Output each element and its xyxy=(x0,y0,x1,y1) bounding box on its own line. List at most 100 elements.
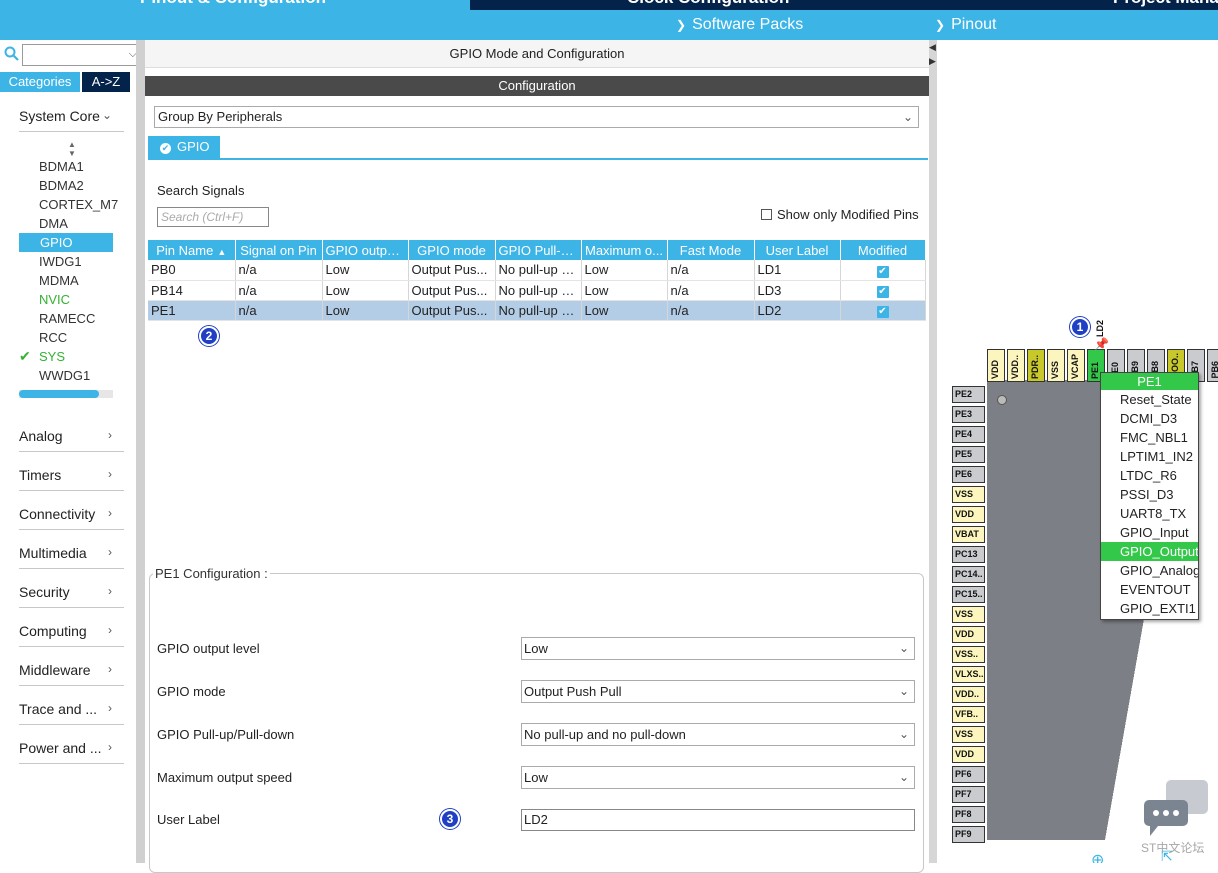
menu-item-lptim1-in2[interactable]: LPTIM1_IN2 xyxy=(1101,447,1198,466)
column-header-fast-mode[interactable]: Fast Mode xyxy=(667,240,755,260)
max-speed-select[interactable]: Low ⌄ xyxy=(521,766,915,789)
section-system-core[interactable]: System Core ⌄ xyxy=(19,108,124,132)
sidebar-item-cortex-m7[interactable]: CORTEX_M7 xyxy=(19,195,119,214)
pin-vdd[interactable]: VDD xyxy=(952,746,985,763)
software-packs-menu[interactable]: ❯ Software Packs xyxy=(676,16,803,34)
column-header-pin-name[interactable]: Pin Name ▲ xyxy=(148,240,236,260)
section-middleware[interactable]: Middleware › xyxy=(19,662,124,686)
pin-vcap[interactable]: VCAP xyxy=(1067,349,1085,382)
tab-project-manager[interactable]: Project Manager xyxy=(948,0,1218,10)
sidebar-item-sys[interactable]: ✔ SYS xyxy=(19,347,119,366)
scroll-up-icon[interactable]: ▲ ▼ xyxy=(68,140,76,158)
scrollbar-thumb[interactable] xyxy=(19,390,99,398)
pinout-menu[interactable]: ❯ Pinout xyxy=(935,16,996,34)
column-header-output[interactable]: GPIO output... xyxy=(322,240,409,260)
tab-a-to-z[interactable]: A->Z xyxy=(82,72,130,92)
pin-pe3[interactable]: PE3 xyxy=(952,406,985,423)
pin-vss[interactable]: VSS xyxy=(952,486,985,503)
pin-vss[interactable]: VSS xyxy=(952,606,985,623)
sidebar-item-ramecc[interactable]: RAMECC xyxy=(19,309,119,328)
search-icon[interactable] xyxy=(4,46,20,62)
show-modified-checkbox[interactable]: Show only Modified Pins xyxy=(761,207,919,222)
sidebar-item-nvic[interactable]: NVIC xyxy=(19,290,119,309)
checkbox-checked-icon[interactable]: ✔ xyxy=(876,306,889,318)
section-trace[interactable]: Trace and ... › xyxy=(19,701,124,725)
checkbox-checked-icon[interactable]: ✔ xyxy=(876,286,889,298)
menu-item-dcmi-d3[interactable]: DCMI_D3 xyxy=(1101,409,1198,428)
pull-select[interactable]: No pull-up and no pull-down ⌄ xyxy=(521,723,915,746)
zoom-in-icon[interactable]: ⊕ xyxy=(1091,850,1104,863)
menu-item-gpio-output[interactable]: GPIO_Output xyxy=(1101,542,1198,561)
menu-item-gpio-input[interactable]: GPIO_Input xyxy=(1101,523,1198,542)
gpio-mode-select[interactable]: Output Push Pull ⌄ xyxy=(521,680,915,703)
section-multimedia[interactable]: Multimedia › xyxy=(19,545,124,569)
pin-vss[interactable]: VSS.. xyxy=(952,646,985,663)
column-header-max-speed[interactable]: Maximum o... xyxy=(581,240,668,260)
pin-pe6[interactable]: PE6 xyxy=(952,466,985,483)
collapse-left-icon[interactable]: ◀ xyxy=(929,42,936,53)
user-label-input[interactable]: LD2 xyxy=(521,809,915,831)
pin-vss[interactable]: VSS xyxy=(952,726,985,743)
pin-pe2[interactable]: PE2 xyxy=(952,386,985,403)
section-security[interactable]: Security › xyxy=(19,584,124,608)
category-search-input[interactable]: ⌵ xyxy=(22,44,140,66)
menu-item-fmc-nbl1[interactable]: FMC_NBL1 xyxy=(1101,428,1198,447)
output-level-select[interactable]: Low ⌄ xyxy=(521,637,915,660)
sidebar-item-iwdg1[interactable]: IWDG1 xyxy=(19,252,119,271)
menu-item-reset-state[interactable]: Reset_State xyxy=(1101,390,1198,409)
pin-vlxs[interactable]: VLXS.. xyxy=(952,666,985,683)
pin-pdr[interactable]: PDR.. xyxy=(1027,349,1045,382)
section-analog[interactable]: Analog › xyxy=(19,428,124,452)
pin-vbat[interactable]: VBAT xyxy=(952,526,985,543)
pin-pb6[interactable]: PB6 xyxy=(1207,349,1218,382)
horizontal-scrollbar[interactable] xyxy=(19,390,113,398)
sidebar-item-mdma[interactable]: MDMA xyxy=(19,271,119,290)
menu-item-eventout[interactable]: EVENTOUT xyxy=(1101,580,1198,599)
sort-icon[interactable]: ▲ xyxy=(217,247,226,257)
pin-pf7[interactable]: PF7 xyxy=(952,786,985,803)
pin-vdd[interactable]: VDD xyxy=(952,506,985,523)
pin-pe5[interactable]: PE5 xyxy=(952,446,985,463)
checkbox-checked-icon[interactable]: ✔ xyxy=(876,265,889,278)
section-power[interactable]: Power and ... › xyxy=(19,740,124,764)
group-by-select[interactable]: Group By Peripherals ⌄ xyxy=(154,106,919,128)
column-header-signal[interactable]: Signal on Pin xyxy=(235,240,323,260)
sidebar-item-bdma2[interactable]: BDMA2 xyxy=(19,176,119,195)
checkbox-icon[interactable] xyxy=(761,209,772,220)
section-connectivity[interactable]: Connectivity › xyxy=(19,506,124,530)
pin-vdd[interactable]: VDD.. xyxy=(1007,349,1025,382)
table-row[interactable]: PB14 n/a Low Output Pus... No pull-up a.… xyxy=(148,280,926,301)
tab-categories[interactable]: Categories xyxy=(0,72,80,92)
menu-item-uart8-tx[interactable]: UART8_TX xyxy=(1101,504,1198,523)
left-splitter[interactable] xyxy=(136,40,145,863)
sidebar-item-bdma1[interactable]: BDMA1 xyxy=(19,157,119,176)
search-signals-input[interactable]: Search (Ctrl+F) xyxy=(157,207,269,227)
pin-vss[interactable]: VSS xyxy=(1047,349,1065,382)
pin-pf6[interactable]: PF6 xyxy=(952,766,985,783)
menu-item-gpio-analog[interactable]: GPIO_Analog xyxy=(1101,561,1198,580)
pin-pf8[interactable]: PF8 xyxy=(952,806,985,823)
pin-vfb[interactable]: VFB.. xyxy=(952,706,985,723)
menu-item-gpio-exti1[interactable]: GPIO_EXTI1 xyxy=(1101,599,1198,618)
section-timers[interactable]: Timers › xyxy=(19,467,124,491)
column-header-pull[interactable]: GPIO Pull-u... xyxy=(495,240,582,260)
pin-vdd[interactable]: VDD xyxy=(952,626,985,643)
collapse-right-icon[interactable]: ▶ xyxy=(929,56,936,67)
menu-item-pssi-d3[interactable]: PSSI_D3 xyxy=(1101,485,1198,504)
column-header-user-label[interactable]: User Label xyxy=(754,240,841,260)
column-header-mode[interactable]: GPIO mode xyxy=(408,240,496,260)
sidebar-item-dma[interactable]: DMA xyxy=(19,214,119,233)
tab-gpio[interactable]: ✔ GPIO xyxy=(148,136,220,158)
pin-pe4[interactable]: PE4 xyxy=(952,426,985,443)
right-splitter[interactable]: ◀ ▶ xyxy=(929,40,937,863)
tab-pinout-configuration[interactable]: Pinout & Configuration xyxy=(0,0,470,10)
sidebar-item-rcc[interactable]: RCC xyxy=(19,328,119,347)
pin-vdd[interactable]: VDD.. xyxy=(952,686,985,703)
sidebar-item-gpio[interactable]: GPIO xyxy=(19,233,113,252)
pin-pc13[interactable]: PC13 xyxy=(952,546,985,563)
column-header-modified[interactable]: Modified xyxy=(840,240,926,260)
pin-vdd[interactable]: VDD xyxy=(987,349,1005,382)
section-computing[interactable]: Computing › xyxy=(19,623,124,647)
sidebar-item-wwdg1[interactable]: WWDG1 xyxy=(19,366,119,385)
fit-view-icon[interactable]: ⇱ xyxy=(1161,848,1173,863)
